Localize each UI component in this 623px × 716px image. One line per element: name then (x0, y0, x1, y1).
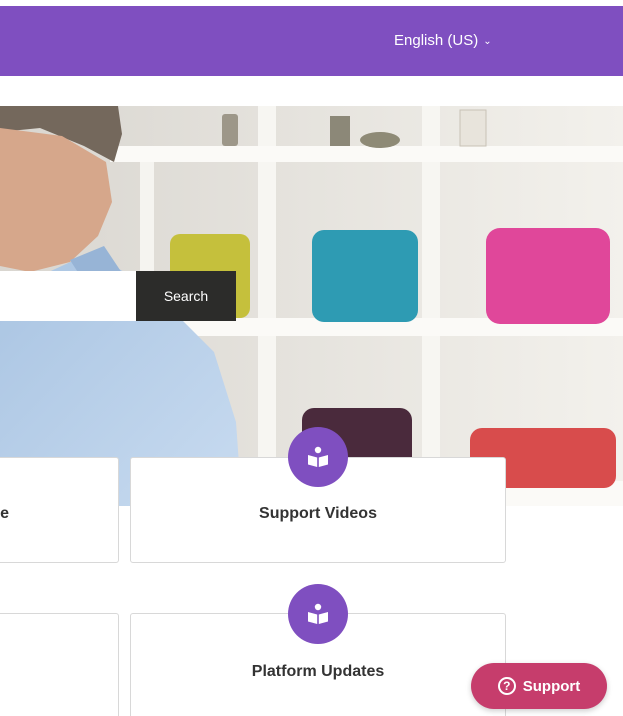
shelf-divider (258, 106, 276, 506)
support-label: Support (522, 677, 581, 695)
search-input[interactable] (0, 271, 136, 321)
search-bar: Search (0, 271, 236, 321)
search-button[interactable]: Search (136, 271, 236, 321)
language-selector[interactable]: English (US) ⌄ (394, 32, 492, 49)
decor-bowl (360, 132, 400, 148)
category-card-partial[interactable] (0, 613, 119, 716)
card-title-partial: e (0, 505, 9, 522)
decor-frame (459, 109, 487, 147)
support-widget-button[interactable]: ? Support (471, 663, 607, 709)
book-icon (288, 584, 348, 644)
category-card-partial[interactable]: e (0, 457, 119, 563)
site-header: English (US) ⌄ (0, 6, 623, 76)
card-title-platform-updates: Platform Updates (251, 663, 385, 680)
book-icon (288, 427, 348, 487)
language-label: English (US) (394, 32, 479, 49)
shelf-divider (422, 106, 440, 506)
pillow-teal (312, 230, 418, 322)
chevron-down-icon: ⌄ (483, 36, 492, 47)
help-center-page: English (US) ⌄ Search e Support Videos P… (0, 0, 623, 716)
help-circle-icon: ? (497, 677, 516, 695)
shelf-board (110, 146, 623, 162)
decor-box (330, 116, 350, 146)
decor-vase (222, 114, 238, 146)
pillow-pink (486, 228, 610, 324)
card-title-support-videos: Support Videos (259, 505, 377, 522)
